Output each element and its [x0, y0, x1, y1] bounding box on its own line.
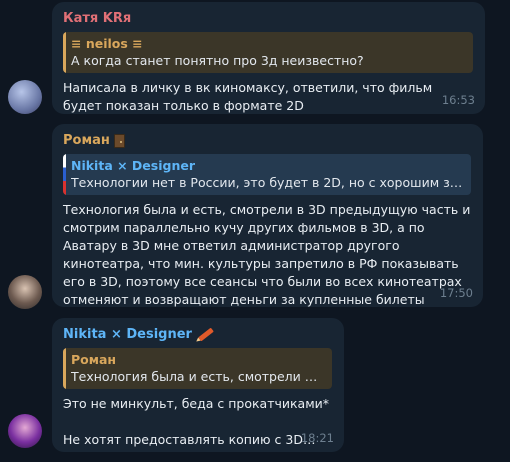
reply-text: Технология была и есть, смотрели в 3D…	[71, 369, 324, 384]
reply-quote[interactable]: Nikita × Designer Технологии нет в Росси…	[63, 154, 471, 195]
reply-text: Технологии нет в России, это будет в 2D,…	[71, 175, 463, 190]
reply-author: ≡ neilos ≡	[71, 36, 143, 51]
message-time: 18:21	[300, 431, 334, 445]
sender-name[interactable]: Катя KRя	[63, 10, 473, 27]
pencil-icon	[194, 327, 214, 344]
reply-quote[interactable]: Роман Технология была и есть, смотрели в…	[63, 348, 332, 389]
avatar[interactable]	[8, 414, 42, 448]
avatar[interactable]	[8, 275, 42, 309]
message-text: Написала в личку в вк киномаксу, ответил…	[63, 80, 433, 113]
message-text: Технология была и есть, смотрели в 3D пр…	[63, 202, 471, 307]
message-bubble[interactable]: Роман Nikita × Designer Технологии нет в…	[52, 124, 483, 307]
reply-quote[interactable]: ≡ neilos ≡ А когда станет понятно про 3д…	[63, 32, 473, 73]
reply-author: Nikita × Designer	[71, 158, 195, 173]
avatar[interactable]	[8, 80, 42, 114]
reply-text: А когда станет понятно про 3д неизвестно…	[71, 53, 364, 68]
message-bubble[interactable]: Катя KRя ≡ neilos ≡ А когда станет понят…	[52, 2, 485, 114]
message-bubble[interactable]: Nikita × Designer Роман Технология была …	[52, 318, 344, 452]
door-icon	[113, 133, 125, 148]
sender-name[interactable]: Nikita × Designer	[63, 326, 332, 344]
message-time: 17:50	[439, 286, 473, 300]
reply-author: Роман	[71, 352, 117, 367]
sender-name[interactable]: Роман	[63, 132, 471, 149]
message-time: 16:53	[441, 93, 475, 107]
message-text: Это не минкульт, беда с прокатчиками* Не…	[63, 396, 330, 447]
